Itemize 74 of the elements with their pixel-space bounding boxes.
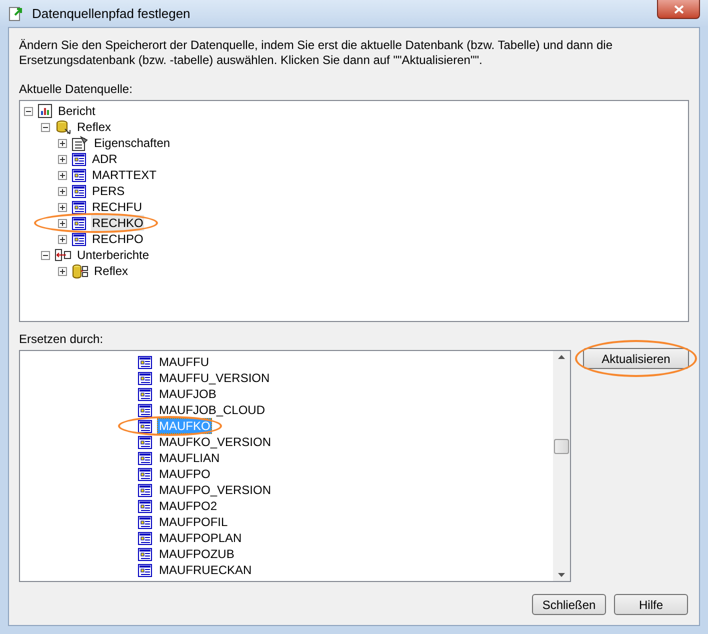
- tree-item[interactable]: ADR: [91, 151, 118, 167]
- close-icon: [674, 4, 684, 14]
- list-item[interactable]: MAUFJOB_CLOUD: [157, 402, 268, 418]
- expand-icon[interactable]: [58, 266, 67, 276]
- tree-item[interactable]: Bericht: [57, 103, 96, 119]
- table-icon: [72, 216, 86, 230]
- list-item[interactable]: MAUFJOB: [157, 386, 218, 402]
- expand-icon[interactable]: [58, 202, 67, 212]
- table-icon: [138, 516, 152, 528]
- list-item[interactable]: MAUFFU_VERSION: [157, 370, 272, 386]
- close-button[interactable]: [657, 0, 700, 19]
- collapse-icon[interactable]: [41, 122, 50, 132]
- dialog-button[interactable]: Aktualisieren: [583, 348, 689, 369]
- expand-icon[interactable]: [58, 170, 67, 180]
- scroll-up-icon[interactable]: [558, 355, 565, 359]
- table-icon: [138, 564, 152, 576]
- app-icon: [8, 6, 24, 22]
- list-item[interactable]: MAUFPO: [157, 466, 212, 482]
- table-icon: [72, 168, 86, 182]
- tree-item[interactable]: Reflex: [76, 119, 112, 135]
- dialog-button[interactable]: Schließen: [532, 594, 606, 615]
- tree-item[interactable]: RECHKO: [91, 215, 144, 231]
- table-icon: [138, 532, 152, 544]
- replace-label: Ersetzen durch:: [19, 332, 104, 347]
- expand-icon[interactable]: [58, 138, 67, 148]
- current-source-label: Aktuelle Datenquelle:: [19, 82, 134, 97]
- expand-icon[interactable]: [58, 234, 67, 244]
- table-icon: [72, 232, 86, 246]
- list-item[interactable]: MAUFPOFIL: [157, 514, 230, 530]
- table-icon: [138, 404, 152, 416]
- instructions-text: Ändern Sie den Speicherort der Datenquelle, indem Sie erst die aktuelle Datenbank (bzw. Tabelle) und dann die Ersetzungsdatenbank (bzw. -tabelle) auswählen. Klicken Sie dann auf ""Aktualisieren"".: [19, 38, 614, 68]
- list-item[interactable]: MAUFRUECKAN: [157, 562, 254, 578]
- list-item[interactable]: MAUFPO_VERSION: [157, 482, 274, 498]
- list-item[interactable]: MAUFPO2: [157, 498, 220, 514]
- list-item[interactable]: MAUFKO_VERSION: [157, 434, 274, 450]
- window-title: Datenquellenpfad festlegen: [32, 4, 190, 23]
- expand-icon[interactable]: [58, 218, 67, 228]
- scroll-down-icon[interactable]: [558, 573, 565, 577]
- report-icon: [38, 104, 52, 118]
- collapse-icon[interactable]: [24, 106, 33, 116]
- list-item[interactable]: MAUFPOPLAN: [157, 530, 244, 546]
- table-icon: [138, 420, 152, 432]
- scroll-thumb[interactable]: [554, 439, 569, 454]
- table-icon: [138, 372, 152, 384]
- table-icon: [138, 484, 152, 496]
- table-icon: [138, 500, 152, 512]
- database-link-icon: [72, 264, 88, 278]
- tree-item[interactable]: Unterberichte: [76, 247, 150, 263]
- subreports-icon: [55, 249, 71, 261]
- list-item[interactable]: MAUFFU: [157, 354, 211, 370]
- tree-item[interactable]: PERS: [91, 183, 126, 199]
- scrollbar[interactable]: [553, 351, 570, 581]
- properties-icon: [72, 136, 88, 150]
- tree-item[interactable]: Eigenschaften: [93, 135, 172, 151]
- expand-icon[interactable]: [58, 154, 67, 164]
- tree-item[interactable]: RECHFU: [91, 199, 143, 215]
- table-icon: [72, 152, 86, 166]
- collapse-icon[interactable]: [41, 250, 50, 260]
- database-icon: [55, 120, 71, 134]
- expand-icon[interactable]: [58, 186, 67, 196]
- tree-item[interactable]: RECHPO: [91, 231, 144, 247]
- table-icon: [138, 388, 152, 400]
- table-icon: [138, 436, 152, 448]
- list-item[interactable]: MAUFPOZUB: [157, 546, 236, 562]
- table-icon: [72, 200, 86, 214]
- tree-item[interactable]: Reflex: [93, 263, 130, 279]
- dialog-button[interactable]: Hilfe: [614, 594, 688, 615]
- table-icon: [138, 356, 152, 368]
- list-item[interactable]: MAUFLIAN: [157, 450, 222, 466]
- table-icon: [138, 468, 152, 480]
- table-icon: [138, 548, 152, 560]
- table-icon: [72, 184, 86, 198]
- table-icon: [138, 452, 152, 464]
- tree-item[interactable]: MARTTEXT: [91, 167, 158, 183]
